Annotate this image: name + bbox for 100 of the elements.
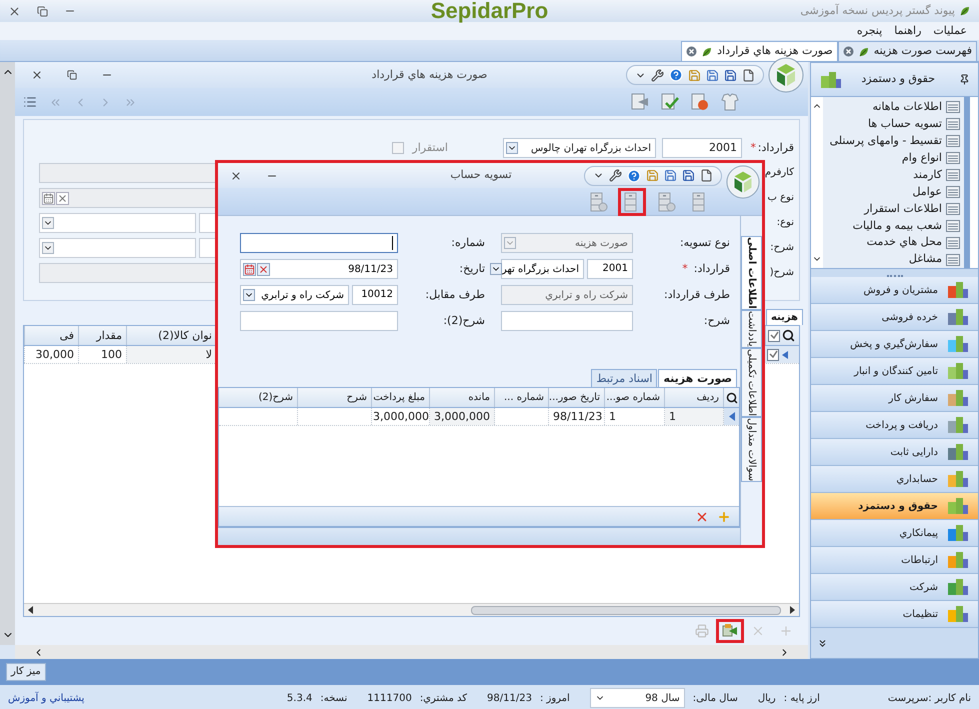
scroll-left-icon[interactable]: [28, 606, 34, 614]
cabinet-star-icon[interactable]: [656, 190, 676, 212]
tree-item[interactable]: شعب بیمه و مالیات: [823, 217, 964, 234]
close-icon[interactable]: [8, 4, 21, 18]
column-header[interactable]: تاریخ صور...: [549, 388, 605, 407]
menu-item[interactable]: پنجره: [856, 22, 882, 40]
save-close-icon[interactable]: [646, 169, 659, 182]
dropdown-icon[interactable]: [42, 242, 54, 254]
restore-icon[interactable]: [37, 6, 48, 16]
more-icon[interactable]: [817, 638, 828, 648]
checkbox[interactable]: [767, 348, 779, 360]
horizontal-scrollbar[interactable]: [24, 603, 799, 616]
support-link[interactable]: پشتیباني و آموزش: [8, 690, 84, 706]
side-tab[interactable]: اطلاعات اصلی: [741, 236, 762, 310]
calendar-icon[interactable]: [243, 262, 256, 276]
dropdown-field[interactable]: شرکت راه و ترابري: [240, 285, 349, 305]
tools-icon[interactable]: [650, 68, 664, 82]
text-field[interactable]: [199, 213, 216, 233]
dropdown-field[interactable]: [39, 213, 196, 233]
column-header[interactable]: شماره ...: [495, 388, 549, 407]
text-field[interactable]: [240, 233, 398, 253]
dropdown-field[interactable]: احداث بزرگراه تهران چالوس: [503, 138, 656, 158]
tree-item[interactable]: تسویه حساب ها: [823, 116, 964, 133]
column-header[interactable]: مبلغ پرداخت: [372, 388, 430, 407]
code-field[interactable]: 10012: [352, 285, 398, 305]
close-tab-icon[interactable]: [842, 46, 854, 57]
menu-item[interactable]: عملیات: [933, 22, 967, 40]
code-field[interactable]: 2001: [662, 138, 742, 158]
module-button[interactable]: دارایی ثابت: [811, 439, 978, 466]
scroll-right-icon[interactable]: [789, 606, 795, 614]
code-field[interactable]: 2001: [587, 259, 633, 279]
tree-item[interactable]: مشاغل: [823, 251, 964, 268]
orb-icon[interactable]: [768, 57, 804, 93]
side-tab[interactable]: یادداشت: [741, 310, 762, 348]
restore-icon[interactable]: [67, 70, 77, 80]
save-as-icon[interactable]: [664, 169, 677, 182]
save-as-icon[interactable]: [706, 68, 719, 82]
checkbox[interactable]: [392, 142, 404, 154]
tree-item[interactable]: عوامل: [823, 184, 964, 200]
text-field[interactable]: [240, 311, 398, 331]
module-button[interactable]: ارتباطات: [811, 547, 978, 574]
search-icon[interactable]: [726, 392, 738, 404]
link-records-icon[interactable]: [721, 623, 739, 639]
side-tab[interactable]: سوالات متداول: [741, 416, 762, 482]
taskbar-button[interactable]: میز کار: [6, 663, 46, 681]
module-button[interactable]: خرده فروشی: [811, 304, 978, 331]
document-tab[interactable]: فهرست صورت هزینه: [838, 41, 977, 61]
module-button[interactable]: سفارش کار: [811, 385, 978, 412]
save-close-icon[interactable]: [688, 68, 701, 82]
date-field[interactable]: 98/11/23: [240, 259, 398, 279]
pin-icon[interactable]: [959, 74, 970, 85]
save-icon[interactable]: [724, 68, 737, 82]
side-tab[interactable]: اطلاعات تکمیلی: [741, 348, 762, 417]
clear-icon[interactable]: [257, 262, 270, 276]
vertical-scrollbar[interactable]: [0, 62, 15, 645]
new-icon[interactable]: [700, 169, 713, 182]
dropdown-field[interactable]: [39, 238, 196, 258]
sub-tab[interactable]: صورت هزينه: [658, 369, 737, 387]
tree-item[interactable]: انواع وام: [823, 150, 964, 167]
clear-icon[interactable]: [56, 192, 69, 204]
search-icon[interactable]: [782, 329, 795, 342]
sub-tab[interactable]: اسناد مرتبط: [591, 369, 658, 387]
text-field[interactable]: [501, 311, 633, 331]
scrollbar-thumb[interactable]: [471, 606, 781, 614]
column-header[interactable]: شرح: [298, 388, 372, 407]
tree-item[interactable]: اطلاعات استقرار: [823, 200, 964, 218]
column-header[interactable]: فی: [24, 326, 78, 345]
calendar-icon[interactable]: [42, 192, 55, 204]
module-button[interactable]: سفارش‌گیري و پخش: [811, 331, 978, 358]
horizontal-scrollbar[interactable]: [15, 645, 808, 659]
tree-item[interactable]: اطلاعات ماهانه: [823, 99, 964, 116]
dropdown-icon[interactable]: [506, 142, 518, 154]
close-icon[interactable]: [230, 170, 242, 182]
module-button[interactable]: دریافت و پرداخت: [811, 412, 978, 439]
new-icon[interactable]: [742, 68, 755, 82]
document-tab[interactable]: صورت هزینه هاي قرارداد: [681, 41, 838, 61]
column-header[interactable]: مقدار: [78, 326, 126, 345]
tools-icon[interactable]: [609, 169, 622, 182]
tree-item[interactable]: محل هاي خدمت: [823, 234, 964, 252]
save-icon[interactable]: [682, 169, 695, 182]
module-button[interactable]: حقوق و دستمزد: [811, 493, 978, 520]
tree-item[interactable]: کارمند: [823, 166, 964, 184]
column-header[interactable]: مانده: [430, 388, 495, 407]
grid-tab[interactable]: هزینه: [766, 309, 803, 325]
module-button[interactable]: تنظیمات: [811, 601, 978, 628]
module-button[interactable]: تامین کنندگان و انبار: [811, 358, 978, 385]
module-button[interactable]: شرکت: [811, 574, 978, 601]
dropdown-icon[interactable]: [490, 263, 502, 275]
menu-item[interactable]: راهنما: [894, 22, 922, 40]
tree-item[interactable]: تقسیط - وامهای پرسنلی: [823, 132, 964, 150]
column-header[interactable]: ردیف: [665, 388, 724, 407]
help-icon[interactable]: [668, 68, 683, 82]
year-dropdown[interactable]: سال 98: [590, 688, 685, 708]
module-button[interactable]: پیمانکاري: [811, 520, 978, 547]
module-button[interactable]: مشتریان و فروش: [811, 277, 978, 304]
help-icon[interactable]: [627, 168, 641, 182]
module-button[interactable]: حسابداري: [811, 466, 978, 493]
close-tab-icon[interactable]: [686, 46, 698, 57]
dropdown-icon[interactable]: [42, 217, 54, 229]
column-header[interactable]: شماره صو...: [605, 388, 665, 407]
